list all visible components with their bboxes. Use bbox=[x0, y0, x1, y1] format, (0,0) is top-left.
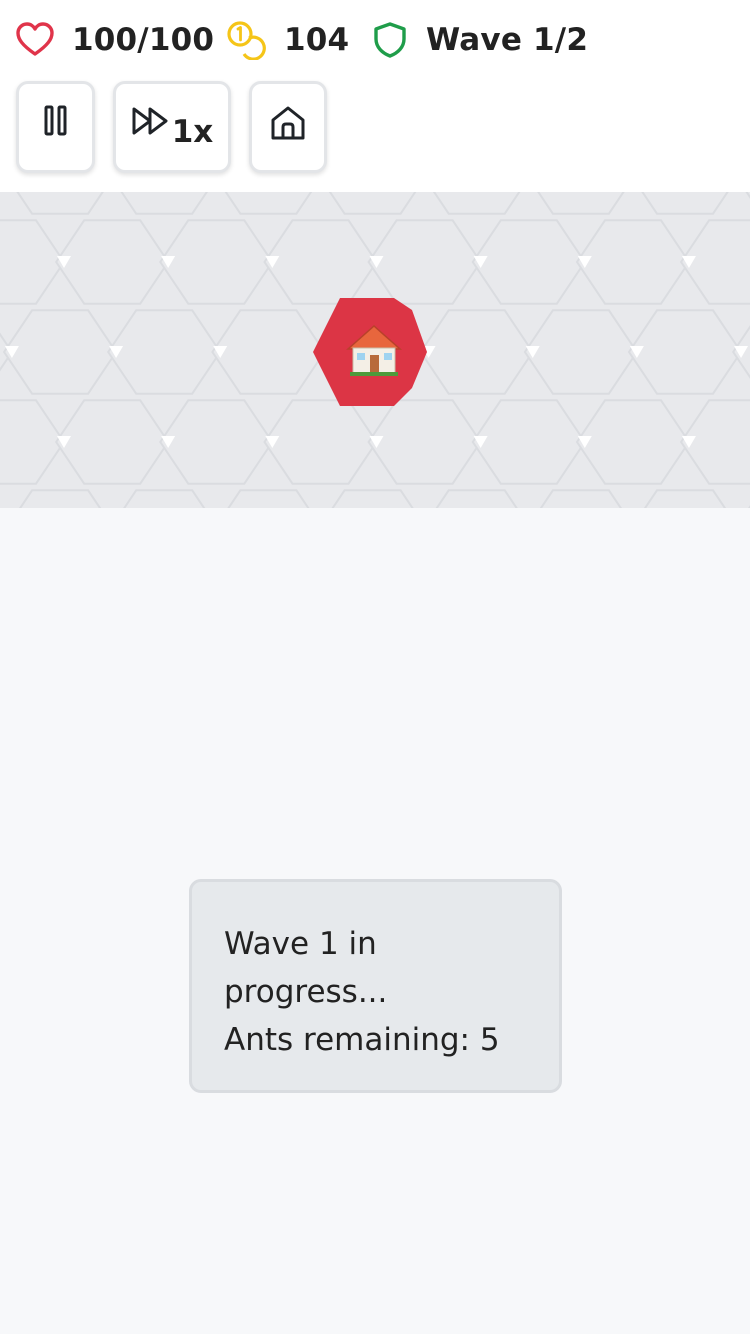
heart-icon bbox=[16, 22, 54, 58]
hex-tile[interactable] bbox=[263, 399, 378, 485]
hex-tile[interactable] bbox=[471, 219, 587, 305]
hex-tile[interactable] bbox=[0, 192, 12, 214]
hex-grid[interactable] bbox=[0, 192, 750, 508]
speed-button[interactable]: 1x bbox=[113, 81, 231, 173]
wave-progress-text: Wave 1 in progress... bbox=[224, 926, 388, 1010]
hex-tile[interactable] bbox=[523, 309, 639, 395]
pause-icon bbox=[44, 105, 66, 136]
hex-tile[interactable] bbox=[0, 490, 12, 508]
wave-value: Wave 1/2 bbox=[426, 22, 589, 58]
hex-tile[interactable] bbox=[367, 219, 482, 305]
hex-tile[interactable] bbox=[108, 489, 220, 508]
wave-status-panel: Wave 1 in progress... Ants remaining: 5 bbox=[189, 879, 562, 1093]
hex-tile[interactable] bbox=[108, 192, 220, 215]
coins-icon bbox=[226, 20, 266, 60]
hex-tile[interactable] bbox=[629, 489, 741, 508]
hex-tile[interactable] bbox=[0, 399, 66, 485]
hex-tile[interactable] bbox=[575, 219, 691, 305]
coins-value: 104 bbox=[284, 22, 350, 58]
hex-tile[interactable] bbox=[733, 192, 750, 214]
top-bar: 100/100 104 Wave 1/2 1x bbox=[0, 0, 750, 192]
hex-tile[interactable] bbox=[106, 309, 222, 395]
hex-tile[interactable] bbox=[525, 489, 637, 508]
ants-remaining-text: Ants remaining: 5 bbox=[224, 1022, 500, 1058]
health-value: 100/100 bbox=[72, 22, 215, 58]
hex-tile[interactable] bbox=[629, 192, 741, 215]
hex-tile[interactable] bbox=[575, 399, 691, 485]
wave-stat: Wave 1/2 bbox=[372, 18, 588, 62]
speed-label: 1x bbox=[171, 114, 214, 150]
hex-tile[interactable] bbox=[419, 309, 534, 395]
pause-button[interactable] bbox=[16, 81, 95, 173]
hex-tile[interactable] bbox=[317, 489, 429, 508]
hex-tile[interactable] bbox=[54, 219, 170, 305]
hex-tile[interactable] bbox=[0, 219, 66, 305]
hex-tile[interactable] bbox=[2, 309, 118, 395]
health-stat: 100/100 bbox=[16, 18, 214, 62]
hex-tile[interactable] bbox=[212, 192, 324, 215]
fast-forward-icon bbox=[132, 107, 168, 135]
shield-icon bbox=[372, 21, 408, 59]
hex-tile[interactable] bbox=[471, 399, 587, 485]
home-icon bbox=[271, 106, 305, 140]
hex-tile[interactable] bbox=[733, 490, 750, 508]
hex-tile[interactable] bbox=[212, 489, 324, 508]
hex-tile[interactable] bbox=[211, 309, 326, 395]
coins-stat: 104 bbox=[226, 18, 349, 62]
game-map[interactable] bbox=[0, 192, 750, 508]
hex-tile[interactable] bbox=[367, 399, 482, 485]
home-button[interactable] bbox=[249, 81, 327, 173]
hex-tile[interactable] bbox=[4, 192, 116, 215]
hex-tile[interactable] bbox=[421, 192, 533, 215]
hex-tile[interactable] bbox=[4, 489, 116, 508]
hex-tile[interactable] bbox=[263, 219, 378, 305]
hex-tile[interactable] bbox=[421, 489, 533, 508]
hex-tile[interactable] bbox=[159, 219, 274, 305]
hex-tile[interactable] bbox=[159, 399, 274, 485]
hex-tile[interactable] bbox=[54, 399, 170, 485]
hex-tile[interactable] bbox=[627, 309, 743, 395]
hex-tile[interactable] bbox=[317, 192, 429, 215]
hex-tile[interactable] bbox=[525, 192, 637, 215]
